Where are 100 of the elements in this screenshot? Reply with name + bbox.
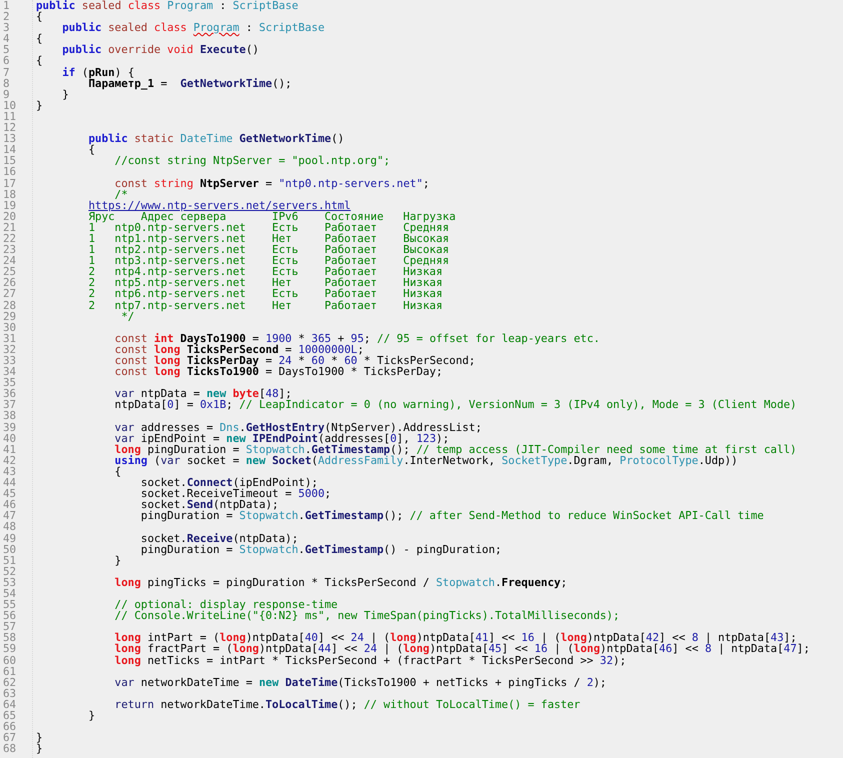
line-number: 65 — [2, 710, 18, 722]
code-line: 1 ntp3.ntp-servers.net Есть Работает Средняя — [87, 255, 450, 266]
line-number: 50 — [2, 544, 18, 555]
line-number: 12 — [2, 122, 18, 134]
code-line: socket.ReceiveTimeout = 5000; — [140, 488, 332, 500]
line-number: 57 — [2, 621, 18, 632]
line-number: 40 — [2, 432, 18, 444]
line-number: 51 — [2, 554, 18, 566]
line-number: 21 — [2, 222, 18, 233]
code-line: var ipEndPoint = new IPEndPoint(addresses[0], 123); — [114, 432, 450, 444]
line-number: 45 — [2, 488, 18, 500]
line-number: 2 — [2, 11, 11, 22]
line-number: 19 — [2, 200, 18, 211]
code-line: const string NtpServer = "ntp0.ntp-servers.net"; — [114, 178, 430, 189]
line-number: 53 — [2, 576, 18, 588]
line-number: 28 — [2, 300, 18, 311]
code-line: //const string NtpServer = "pool.ntp.org"; — [114, 155, 390, 166]
line-number: 30 — [2, 322, 18, 333]
code-line: const long TicksPerDay = 24 * 60 * 60 * TicksPerSecond; — [114, 355, 476, 366]
line-number: 35 — [2, 377, 18, 388]
line-number: 6 — [2, 55, 11, 67]
line-number: 64 — [2, 698, 18, 710]
code-line: socket.Connect(ipEndPoint); — [140, 477, 318, 488]
code-line: long intPart = (long)ntpData[40] << 24 | (long)ntpData[41] << 16 | (long)ntpData[42] << 8 | ntpData[43]; — [114, 632, 797, 644]
code-line: pingDuration = Stopwatch.GetTimestamp() - pingDuration; — [140, 544, 502, 555]
code-line: const long TicksPerSecond = 10000000L; — [114, 344, 364, 355]
code-line: // Console.WriteLine("{0:N2} ms", new TimeSpan(pingTicks).TotalMilliseconds); — [114, 610, 620, 622]
line-number: 49 — [2, 532, 18, 544]
line-number: 15 — [2, 155, 18, 166]
code-line: } — [36, 743, 43, 754]
line-number: 58 — [2, 632, 18, 644]
code-line: 2 ntp4.ntp-servers.net Есть Работает Низкая — [87, 266, 443, 278]
line-number: 67 — [2, 732, 18, 744]
line-number: 56 — [2, 610, 18, 622]
code-line: } — [114, 554, 122, 566]
code-line: 1 ntp1.ntp-servers.net Нет Работает Высокая — [87, 232, 450, 244]
code-line: Параметр_1 = GetNetworkTime(); — [87, 78, 292, 89]
line-number: 26 — [2, 277, 18, 288]
line-number: 62 — [2, 676, 18, 688]
code-line: using (var socket = new Socket(AddressFamily.InterNetwork, SocketType.Dgram, ProtocolType.Udp)) — [114, 454, 738, 466]
code-line: /* — [114, 188, 128, 200]
line-number: 47 — [2, 510, 18, 522]
line-number: 33 — [2, 355, 18, 366]
code-line: const int DaysTo1900 = 1900 * 365 + 95; // 95 = offset for leap-years etc. — [114, 332, 600, 344]
code-line: socket.Receive(ntpData); — [140, 532, 298, 544]
code-line: var ntpData = new byte[48]; — [114, 388, 292, 400]
code-line: long pingDuration = Stopwatch.GetTimestamp(); // temp access (JIT-Compiler need some time at first call) — [114, 444, 797, 455]
code-line: { — [36, 11, 43, 22]
code-line: if (pRun) { — [61, 66, 134, 78]
code-line: Ярус Адрес сервера IPv6 Состояние Нагрузка — [87, 210, 456, 222]
code-line: long fractPart = (long)ntpData[44] << 24 | (long)ntpData[45] << 16 | (long)ntpData[46] << 8 | ntpData[47]; — [114, 643, 810, 655]
line-number: 34 — [2, 366, 18, 378]
code-line: { — [36, 55, 43, 67]
line-number: 39 — [2, 422, 18, 433]
code-line: { — [87, 144, 96, 156]
line-number: 5 — [2, 44, 11, 56]
line-number: 20 — [2, 210, 18, 222]
line-number: 17 — [2, 178, 18, 189]
code-line: public static DateTime GetNetworkTime() — [87, 133, 344, 144]
line-number: 16 — [2, 166, 18, 178]
code-line: 1 ntp0.ntp-servers.net Есть Работает Средняя — [87, 222, 450, 233]
line-number: 22 — [2, 232, 18, 244]
line-number: 66 — [2, 721, 18, 732]
code-line: socket.Send(ntpData); — [140, 499, 279, 510]
line-number: 48 — [2, 521, 18, 532]
line-number: 25 — [2, 266, 18, 278]
code-line: const long TicksTo1900 = DaysTo1900 * TicksPerDay; — [114, 366, 443, 378]
line-number: 44 — [2, 477, 18, 488]
code-line: var addresses = Dns.GetHostEntry(NtpServer).AddressList; — [114, 422, 482, 433]
line-number: 59 — [2, 643, 18, 655]
code-line: public sealed class Program : ScriptBase — [36, 0, 298, 12]
code-line: { — [114, 466, 122, 478]
code-line: } — [36, 732, 43, 744]
line-number: 4 — [2, 33, 11, 44]
code-line: pingDuration = Stopwatch.GetTimestamp(); // after Send-Method to reduce WinSocket API-Call time — [140, 510, 764, 522]
line-number: 38 — [2, 410, 18, 422]
line-number: 1 — [2, 0, 11, 12]
line-number: 52 — [2, 566, 18, 577]
line-number: 42 — [2, 454, 18, 466]
code-line: public override void Execute() — [61, 44, 259, 56]
line-number: 37 — [2, 399, 18, 410]
code-line: https://www.ntp-servers.net/servers.html — [87, 200, 351, 211]
line-number: 3 — [2, 22, 11, 34]
line-number: 10 — [2, 100, 18, 111]
line-number: 36 — [2, 388, 18, 400]
line-number: 11 — [2, 110, 18, 122]
line-number: 68 — [2, 743, 18, 754]
line-number: 24 — [2, 255, 18, 266]
code-line: // optional: display response-time — [114, 599, 338, 610]
line-number: 55 — [2, 599, 18, 610]
line-number: 54 — [2, 588, 18, 600]
code-line: 2 ntp6.ntp-servers.net Есть Работает Низкая — [87, 288, 443, 300]
line-number: 41 — [2, 444, 18, 455]
line-number: 7 — [2, 66, 11, 78]
line-number: 63 — [2, 688, 18, 699]
line-number: 29 — [2, 310, 18, 322]
code-line: public sealed class Program : ScriptBase — [61, 22, 325, 34]
line-number: 46 — [2, 499, 18, 510]
code-line: { — [36, 33, 43, 44]
line-number: 8 — [2, 78, 11, 89]
